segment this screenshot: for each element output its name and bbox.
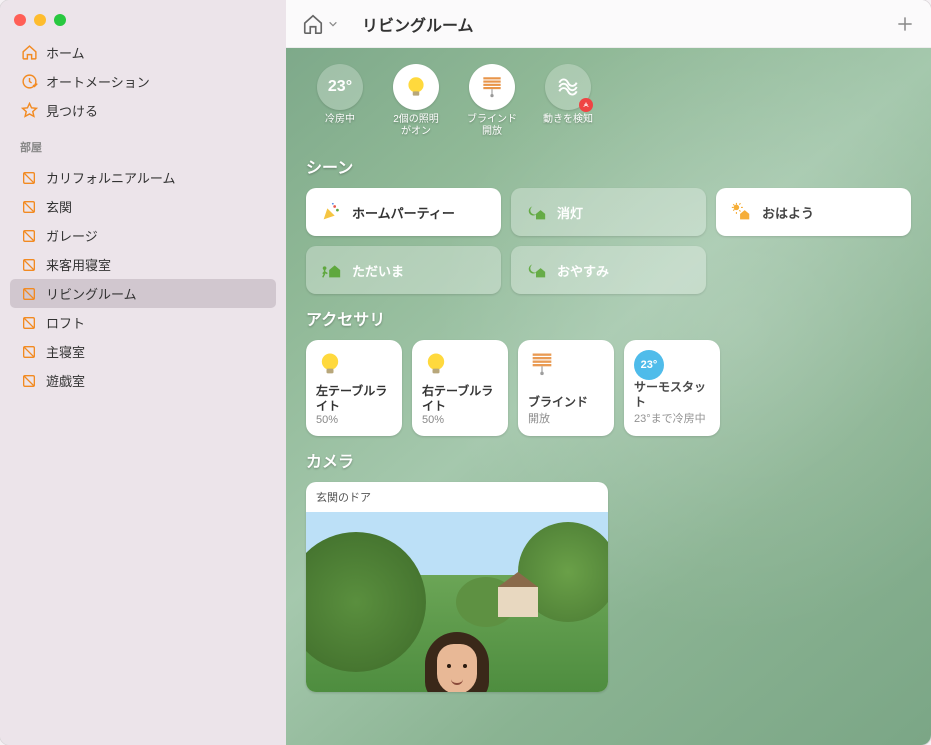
sidebar-room-item[interactable]: 主寝室 (10, 337, 276, 366)
party-icon (320, 201, 342, 223)
room-icon (20, 285, 38, 303)
moon-house-icon (525, 259, 547, 281)
clock-check-icon (20, 73, 38, 91)
sidebar-room-item[interactable]: ロフト (10, 308, 276, 337)
bulb-icon (316, 350, 346, 380)
room-content: 23°冷房中2個の照明 がオンブラインド 開放動きを検知 シーン ホームパーティ… (286, 48, 931, 745)
status-tile[interactable]: ブラインド 開放 (458, 64, 526, 138)
toolbar: リビングルーム (286, 0, 931, 48)
status-tile[interactable]: 23° 冷房中 (306, 64, 374, 138)
accessory-status: 開放 (528, 410, 604, 426)
bulb-icon (422, 350, 452, 380)
accessory-tile[interactable]: 左テーブルライト50% (306, 340, 402, 436)
blinds-icon (469, 64, 515, 110)
thermostat-icon: 23° (634, 350, 664, 380)
sidebar-room-item[interactable]: 来客用寝室 (10, 250, 276, 279)
sidebar-item-label: 玄関 (46, 197, 72, 216)
accessory-name: ブラインド (528, 395, 604, 410)
house-icon (302, 13, 324, 35)
scene-label: おはよう (762, 203, 814, 222)
scene-label: 消灯 (557, 203, 583, 222)
sidebar-item-label: ロフト (46, 313, 85, 332)
status-label: ブラインド 開放 (467, 114, 517, 138)
scene-label: おやすみ (557, 261, 609, 280)
accessory-tile[interactable]: 23°サーモスタット23°まで冷房中 (624, 340, 720, 436)
sidebar-item-label: カリフォルニアルーム (46, 168, 175, 187)
motion-icon (545, 64, 591, 110)
sidebar-item-label: 遊戯室 (46, 371, 85, 390)
scene-label: ホームパーティー (352, 203, 455, 222)
sun-house-icon (730, 201, 752, 223)
window-controls (0, 0, 286, 34)
scene-tile[interactable]: ただいま (306, 246, 501, 294)
sidebar-item-label: 来客用寝室 (46, 255, 111, 274)
scene-tile[interactable]: 消灯 (511, 188, 706, 236)
camera-name: 玄関のドア (306, 482, 608, 512)
sidebar-item-label: 主寝室 (46, 342, 85, 361)
status-tile[interactable]: 動きを検知 (534, 64, 602, 138)
sidebar-section-rooms: 部屋 (0, 129, 286, 159)
chevron-down-icon (328, 19, 338, 29)
add-button[interactable] (895, 14, 915, 34)
status-label: 2個の照明 がオン (393, 114, 439, 138)
section-scenes-title: シーン (306, 154, 911, 178)
sidebar-item-label: ガレージ (46, 226, 98, 245)
blinds-icon (528, 350, 558, 380)
sidebar-room-item[interactable]: カリフォルニアルーム (10, 163, 276, 192)
room-icon (20, 198, 38, 216)
moon-house-icon (525, 201, 547, 223)
close-window-button[interactable] (14, 14, 26, 26)
accessory-tile[interactable]: 右テーブルライト50% (412, 340, 508, 436)
room-icon (20, 256, 38, 274)
accessory-status: 50% (316, 414, 392, 426)
room-icon (20, 314, 38, 332)
scene-tile[interactable]: おはよう (716, 188, 911, 236)
room-icon (20, 372, 38, 390)
sidebar-room-item[interactable]: ガレージ (10, 221, 276, 250)
sidebar-item-clock-check[interactable]: オートメーション (10, 67, 276, 96)
sidebar-item-label: リビングルーム (46, 284, 137, 303)
camera-feed (306, 512, 608, 692)
fullscreen-window-button[interactable] (54, 14, 66, 26)
accessory-name: サーモスタット (634, 380, 710, 410)
star-icon (20, 102, 38, 120)
section-accessories-title: アクセサリ (306, 306, 911, 330)
room-icon (20, 343, 38, 361)
arrive-icon (320, 259, 342, 281)
accessory-status: 23°まで冷房中 (634, 410, 710, 426)
sidebar-room-item[interactable]: リビングルーム (10, 279, 276, 308)
accessory-name: 左テーブルライト (316, 384, 392, 414)
sidebar-room-item[interactable]: 遊戯室 (10, 366, 276, 395)
room-icon (20, 227, 38, 245)
accessory-name: 右テーブルライト (422, 384, 498, 414)
temperature-value: 23° (317, 64, 363, 110)
sidebar-item-label: 見つける (46, 101, 98, 120)
status-tile[interactable]: 2個の照明 がオン (382, 64, 450, 138)
scene-tile[interactable]: おやすみ (511, 246, 706, 294)
house-icon (20, 44, 38, 62)
minimize-window-button[interactable] (34, 14, 46, 26)
accessory-tile[interactable]: ブラインド開放 (518, 340, 614, 436)
scene-tile[interactable]: ホームパーティー (306, 188, 501, 236)
accessory-status: 50% (422, 414, 498, 426)
home-dropdown[interactable] (302, 13, 338, 35)
status-badge (579, 98, 593, 112)
camera-tile[interactable]: 玄関のドア (306, 482, 608, 692)
sidebar: ホームオートメーション見つける 部屋 カリフォルニアルーム玄関ガレージ来客用寝室… (0, 0, 286, 745)
main-pane: リビングルーム 23°冷房中2個の照明 がオンブラインド 開放動きを検知 シーン… (286, 0, 931, 745)
room-icon (20, 169, 38, 187)
sidebar-item-star[interactable]: 見つける (10, 96, 276, 125)
status-label: 動きを検知 (543, 114, 593, 126)
sidebar-item-label: ホーム (46, 43, 85, 62)
page-title: リビングルーム (362, 12, 474, 36)
section-cameras-title: カメラ (306, 448, 911, 472)
sidebar-item-label: オートメーション (46, 72, 150, 91)
sidebar-item-house[interactable]: ホーム (10, 38, 276, 67)
status-label: 冷房中 (325, 114, 355, 126)
sidebar-room-item[interactable]: 玄関 (10, 192, 276, 221)
bulb-icon (393, 64, 439, 110)
scene-label: ただいま (352, 261, 404, 280)
